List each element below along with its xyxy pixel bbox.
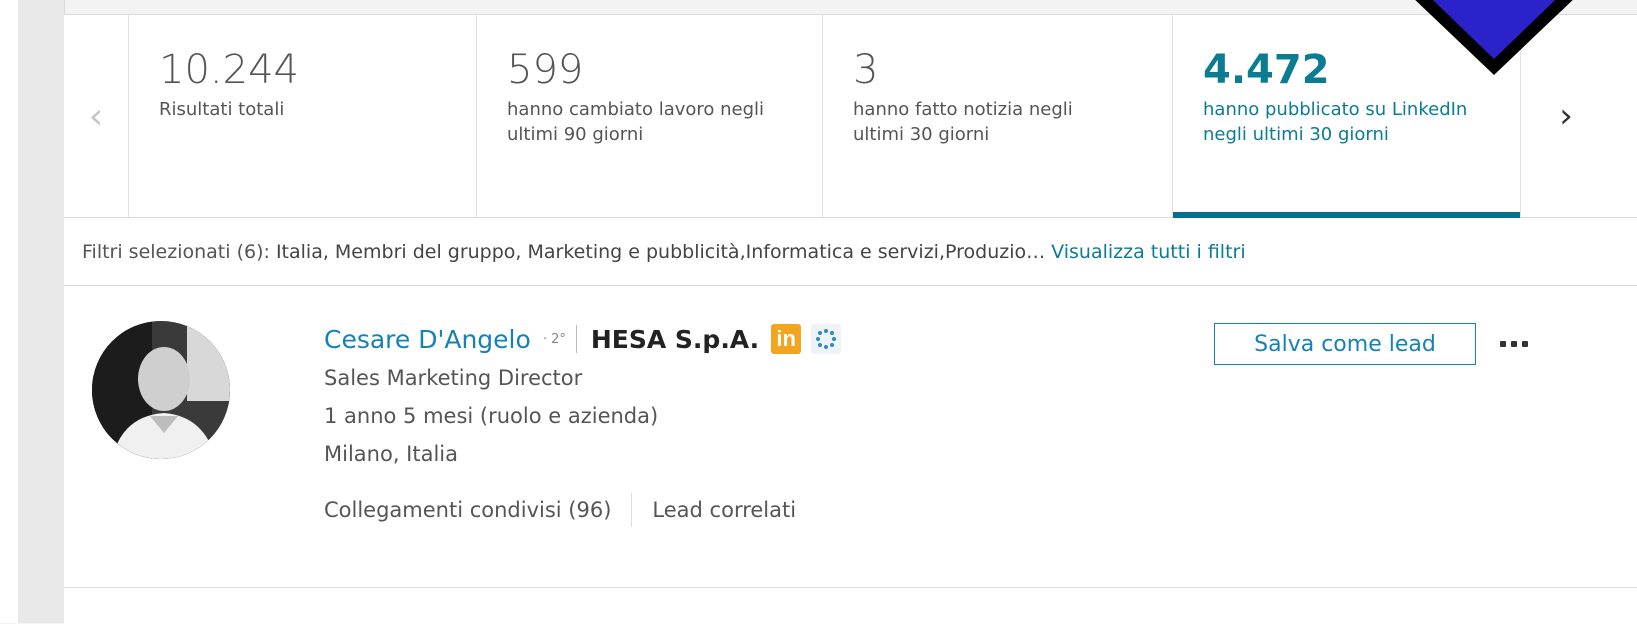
lead-info: Cesare D'Angelo · 2° HESA S.p.A. in Sale… <box>324 319 842 527</box>
divider <box>631 493 633 527</box>
chevron-right-icon: › <box>1559 96 1573 136</box>
search-results-panel: ‹ 10.244 Risultati totali 599 hanno camb… <box>64 0 1637 624</box>
more-options-icon[interactable] <box>1484 327 1544 361</box>
view-all-filters-link[interactable]: Visualizza tutti i filtri <box>1051 241 1245 263</box>
related-leads-link[interactable]: Lead correlati <box>652 498 796 522</box>
stat-label: hanno cambiato lavoro negli ultimi 90 gi… <box>507 99 765 145</box>
filters-label: Filtri selezionati (6): <box>82 241 270 263</box>
stat-label: hanno pubblicato su LinkedIn negli ultim… <box>1203 99 1468 145</box>
stat-changed-jobs[interactable]: 599 hanno cambiato lavoro negli ultimi 9… <box>477 15 823 217</box>
stat-label: hanno fatto notizia negli ultimi 30 gior… <box>853 99 1073 145</box>
company-logo-icon[interactable] <box>811 324 842 354</box>
stat-total-results[interactable]: 10.244 Risultati totali <box>129 15 477 217</box>
annotation-arrow-icon <box>1415 0 1573 75</box>
chevron-left-icon: ‹ <box>88 95 104 137</box>
stat-label: Risultati totali <box>159 99 285 120</box>
stat-value: 10.244 <box>159 47 299 93</box>
dot <box>1522 341 1528 347</box>
filters-values: Italia, Membri del gruppo, Marketing e p… <box>275 241 1046 263</box>
lead-header: Cesare D'Angelo · 2° HESA S.p.A. in <box>324 319 842 359</box>
lead-actions-links: Collegamenti condivisi (96) Lead correla… <box>324 493 841 527</box>
lead-result-card: Cesare D'Angelo · 2° HESA S.p.A. in Sale… <box>64 287 1637 588</box>
company-name-link[interactable]: HESA S.p.A. <box>591 325 759 354</box>
stat-in-the-news[interactable]: 3 hanno fatto notizia negli ultimi 30 gi… <box>823 15 1173 217</box>
lead-name-link[interactable]: Cesare D'Angelo <box>324 325 531 354</box>
selected-filters-bar: Filtri selezionati (6): Italia, Membri d… <box>64 218 1637 286</box>
stat-value: 3 <box>853 47 879 93</box>
avatar-photo <box>92 321 230 459</box>
lead-location: Milano, Italia <box>324 442 458 466</box>
save-as-lead-button[interactable]: Salva come lead <box>1214 323 1476 365</box>
linkedin-icon[interactable]: in <box>771 324 802 354</box>
lead-title: Sales Marketing Director <box>324 366 583 390</box>
avatar[interactable] <box>92 321 230 459</box>
shared-connections-link[interactable]: Collegamenti condivisi (96) <box>324 498 611 522</box>
left-sidebar-rail <box>18 0 65 623</box>
dot <box>1500 341 1506 347</box>
lead-tenure: 1 anno 5 mesi (ruolo e azienda) <box>324 404 659 428</box>
dot <box>1511 341 1517 347</box>
page-margin <box>0 0 18 623</box>
connection-degree: · 2° <box>542 331 566 347</box>
divider <box>575 325 577 353</box>
stat-value: 599 <box>507 47 584 93</box>
carousel-prev-button[interactable]: ‹ <box>64 15 129 217</box>
